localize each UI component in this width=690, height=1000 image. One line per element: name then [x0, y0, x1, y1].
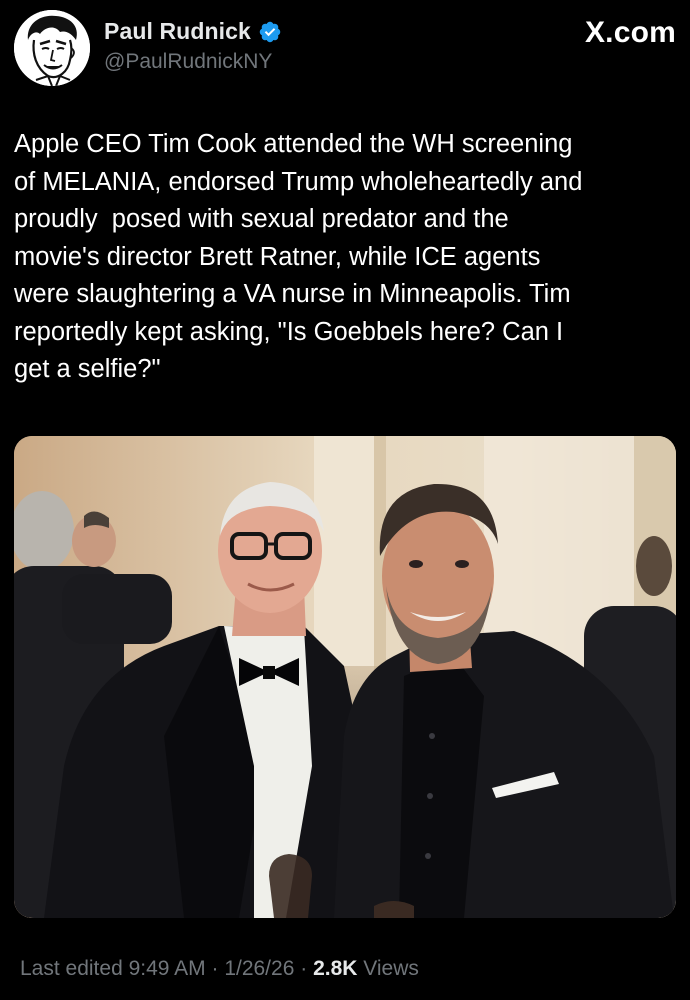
x-com-logo: X.com — [584, 16, 676, 49]
separator-dot: · — [205, 957, 225, 980]
views-label: Views — [357, 957, 419, 980]
post-text: Apple CEO Tim Cook attended the WH scree… — [14, 130, 583, 383]
photo-two-men-in-tuxedos — [14, 436, 676, 918]
edited-time[interactable]: Last edited 9:49 AM — [20, 957, 206, 980]
post-screenshot: Paul Rudnick @PaulRudnickNY X.com Apple … — [0, 0, 690, 1000]
post-metadata: Last edited 9:49 AM · 1/26/26 · 2.8K Vie… — [20, 957, 419, 981]
separator-dot: · — [294, 957, 314, 980]
author-handle[interactable]: @PaulRudnickNY — [104, 50, 282, 74]
caricature-avatar-icon — [14, 10, 90, 86]
display-name[interactable]: Paul Rudnick — [104, 18, 251, 45]
verified-badge-icon[interactable] — [258, 20, 282, 44]
post-header: Paul Rudnick @PaulRudnickNY X.com — [14, 10, 676, 90]
display-name-row: Paul Rudnick — [104, 18, 282, 45]
author-names: Paul Rudnick @PaulRudnickNY — [104, 18, 282, 74]
post-date[interactable]: 1/26/26 — [224, 957, 294, 980]
author-avatar[interactable] — [14, 10, 90, 86]
post-photo[interactable] — [14, 436, 676, 918]
views-count: 2.8K — [313, 957, 358, 980]
